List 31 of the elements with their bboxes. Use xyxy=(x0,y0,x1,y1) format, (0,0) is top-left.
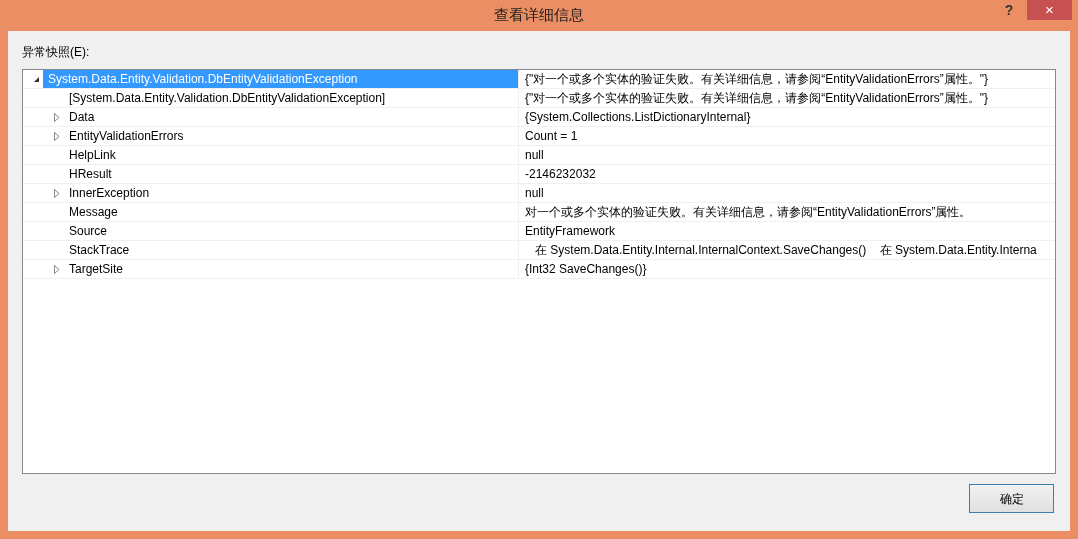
snapshot-label: 异常快照(E): xyxy=(22,44,91,61)
property-value: {System.Collections.ListDictionaryInternal} xyxy=(518,108,751,126)
property-name[interactable]: TargetSite xyxy=(64,260,518,278)
help-button[interactable]: ? xyxy=(995,0,1023,20)
collapsed-arrow-icon[interactable] xyxy=(54,264,60,274)
property-name[interactable]: Message xyxy=(64,203,518,221)
property-name[interactable]: EntityValidationErrors xyxy=(64,127,518,145)
property-value: {"对一个或多个实体的验证失败。有关详细信息，请参阅“EntityValidationErrors”属性。"} xyxy=(518,70,989,88)
property-value: 对一个或多个实体的验证失败。有关详细信息，请参阅“EntityValidationErrors”属性。 xyxy=(518,203,972,221)
expanded-arrow-icon[interactable] xyxy=(32,75,40,83)
property-value: {"对一个或多个实体的验证失败。有关详细信息，请参阅“EntityValidationErrors”属性。"} xyxy=(518,89,989,107)
property-name[interactable]: [System.Data.Entity.Validation.DbEntityValidationException] xyxy=(64,89,518,107)
property-value: 在 System.Data.Entity.Internal.InternalContext.SaveChanges() 在 System.Data.Entity.Interna xyxy=(518,241,1037,259)
property-name[interactable]: HResult xyxy=(64,165,518,183)
property-name[interactable]: Source xyxy=(64,222,518,240)
property-value: null xyxy=(518,146,544,164)
ok-button[interactable]: 确定 xyxy=(969,484,1054,513)
property-value: EntityFramework xyxy=(518,222,616,240)
property-value: Count = 1 xyxy=(518,127,578,145)
property-name[interactable]: Data xyxy=(64,108,518,126)
close-button[interactable]: × xyxy=(1027,0,1072,20)
collapsed-arrow-icon[interactable] xyxy=(54,188,60,198)
property-name[interactable]: StackTrace xyxy=(64,241,518,259)
property-value: {Int32 SaveChanges()} xyxy=(518,260,647,278)
property-name[interactable]: HelpLink xyxy=(64,146,518,164)
collapsed-arrow-icon[interactable] xyxy=(54,131,60,141)
property-name[interactable]: InnerException xyxy=(64,184,518,202)
window-title: 查看详细信息 xyxy=(494,5,584,26)
collapsed-arrow-icon[interactable] xyxy=(54,112,60,122)
property-value: null xyxy=(518,184,544,202)
property-value: -2146232032 xyxy=(518,165,596,183)
